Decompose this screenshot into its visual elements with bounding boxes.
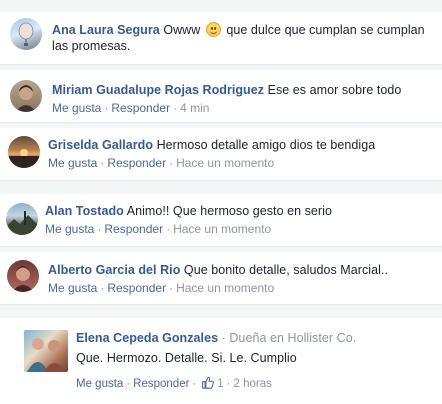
author-role: Dueña en Hollister Co.: [229, 331, 357, 345]
like-link[interactable]: Me gusta: [76, 378, 123, 390]
like-link[interactable]: Me gusta: [52, 101, 101, 115]
comment-card: Griselda Gallardo Hermoso detalle amigo …: [0, 128, 442, 180]
comment-card: Ana Laura Segura Owww que dulce que cump…: [0, 12, 442, 64]
group-photo-icon: [27, 338, 66, 372]
comment-actions: Me gusta · Responder · Hace un momento: [48, 281, 274, 295]
comment-actions: Me gusta · Responder · Hace un momento: [48, 156, 274, 170]
separator-dot: ·: [192, 378, 197, 390]
separator-dot: ·: [169, 156, 174, 170]
separator-dot: ·: [226, 378, 231, 390]
reply-card: Elena Cepeda Gonzales · Dueña en Hollist…: [0, 318, 442, 404]
reply-actions: Me gusta · Responder · 1 · 2 horas: [76, 376, 272, 390]
sunset-photo-icon: [8, 149, 40, 168]
comment-author[interactable]: Ana Laura Segura: [52, 23, 160, 37]
avatar[interactable]: [7, 260, 39, 292]
separator-dot: ·: [126, 378, 131, 390]
landscape-photo-icon: [6, 211, 38, 235]
comment-body: Griselda Gallardo Hermoso detalle amigo …: [48, 137, 433, 153]
comment-actions: Me gusta · Responder · 4 min: [52, 101, 209, 115]
comment-text: Animo!! Que hermoso gesto en serio: [126, 204, 332, 218]
reply-link[interactable]: Responder: [104, 222, 163, 236]
reply-link[interactable]: Responder: [111, 101, 170, 115]
comment-text: Hermoso detalle amigo dios te bendiga: [156, 138, 376, 152]
comment-body: Miriam Guadalupe Rojas Rodriguez Ese es …: [52, 82, 437, 98]
reply-link[interactable]: Responder: [107, 156, 166, 170]
comment-text: Ese es amor sobre todo: [267, 83, 402, 97]
comment-text: Que bonito detalle, saludos Marcial..: [183, 263, 388, 277]
comment-text: Owww: [163, 23, 201, 37]
separator-dot: ·: [169, 281, 174, 295]
comment-time[interactable]: 4 min: [180, 101, 209, 115]
avatar[interactable]: [24, 330, 68, 372]
comment-body: Ana Laura Segura Owww que dulce que cump…: [52, 22, 437, 54]
balloon-photo-icon: [18, 22, 34, 46]
reply-header: Elena Cepeda Gonzales · Dueña en Hollist…: [76, 330, 436, 346]
comment-time[interactable]: Hace un momento: [173, 222, 271, 236]
comment-author[interactable]: Griselda Gallardo: [48, 138, 153, 152]
avatar[interactable]: [6, 203, 38, 235]
separator-dot: ·: [173, 101, 178, 115]
comment-time[interactable]: Hace un momento: [176, 281, 274, 295]
smile-emoji-icon: [205, 22, 221, 37]
separator-dot: ·: [97, 222, 102, 236]
like-count[interactable]: 1: [217, 378, 223, 390]
like-link[interactable]: Me gusta: [45, 222, 94, 236]
comment-card: Alberto Garcia del Rio Que bonito detall…: [0, 252, 442, 304]
comment-author[interactable]: Alberto Garcia del Rio: [48, 263, 180, 277]
comment-body: Alberto Garcia del Rio Que bonito detall…: [48, 262, 438, 278]
like-link[interactable]: Me gusta: [48, 281, 97, 295]
separator-dot: ·: [100, 156, 105, 170]
avatar[interactable]: [10, 80, 42, 112]
comment-card: Miriam Guadalupe Rojas Rodriguez Ese es …: [0, 70, 442, 122]
comment-time[interactable]: Hace un momento: [176, 156, 274, 170]
separator-dot: ·: [104, 101, 109, 115]
comment-card: Alan Tostado Animo!! Que hermoso gesto e…: [0, 194, 442, 246]
separator-dot: ·: [221, 331, 226, 345]
person-photo-icon: [12, 266, 34, 292]
comment-body: Alan Tostado Animo!! Que hermoso gesto e…: [45, 203, 435, 219]
avatar[interactable]: [10, 18, 42, 50]
reply-link[interactable]: Responder: [107, 281, 166, 295]
comment-actions: Me gusta · Responder · Hace un momento: [45, 222, 271, 236]
separator-dot: ·: [166, 222, 171, 236]
like-link[interactable]: Me gusta: [48, 156, 97, 170]
avatar[interactable]: [8, 136, 40, 168]
reply-link[interactable]: Responder: [133, 378, 189, 390]
comment-author[interactable]: Alan Tostado: [45, 204, 124, 218]
reply-author[interactable]: Elena Cepeda Gonzales: [76, 331, 218, 345]
reply-text: Que. Hermozo. Detalle. Si. Le. Cumplio: [76, 351, 297, 365]
separator-dot: ·: [100, 281, 105, 295]
person-photo-icon: [16, 85, 36, 112]
thumbs-up-icon[interactable]: [201, 376, 215, 389]
reply-time[interactable]: 2 horas: [234, 378, 272, 390]
comment-author[interactable]: Miriam Guadalupe Rojas Rodriguez: [52, 83, 264, 97]
